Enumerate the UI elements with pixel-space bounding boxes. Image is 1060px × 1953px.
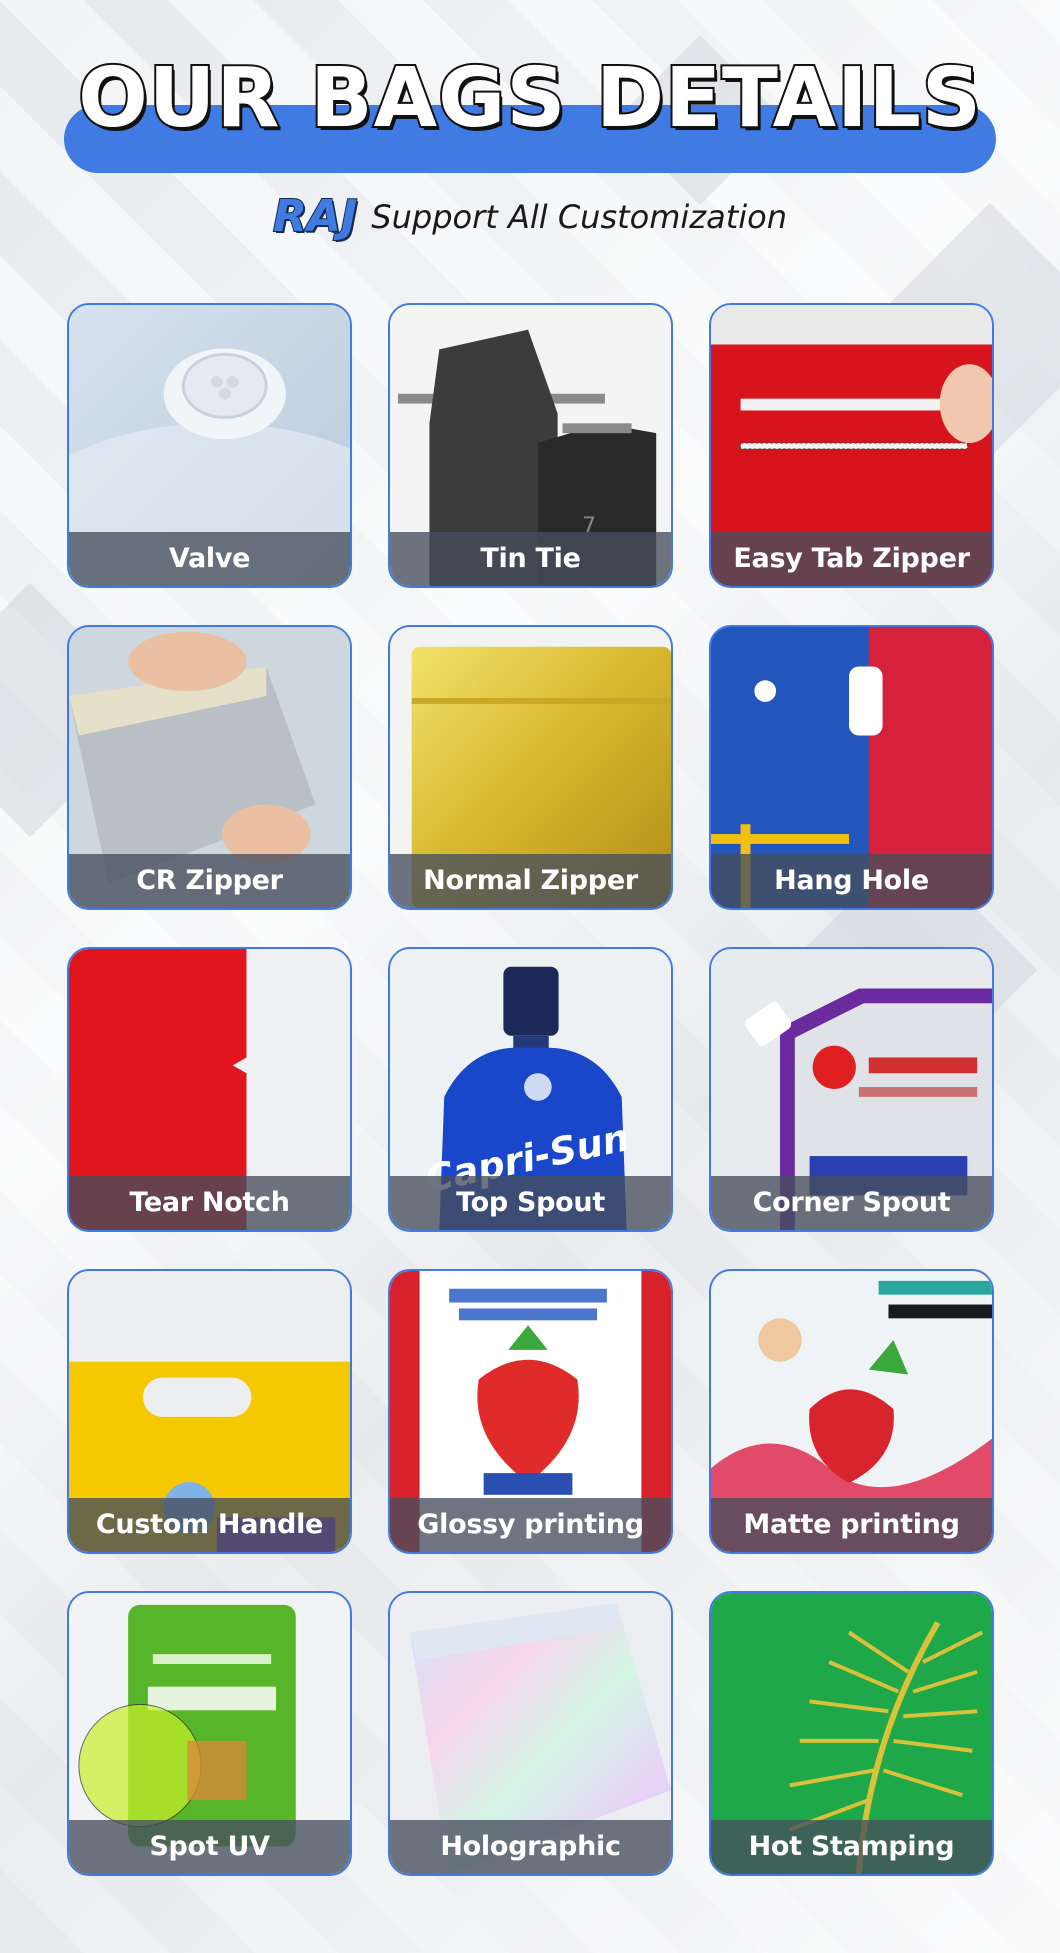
feature-label: Corner Spout <box>711 1176 992 1230</box>
feature-label: Normal Zipper <box>390 854 671 908</box>
feature-tile-tear-notch: Tear Notch <box>67 947 352 1232</box>
feature-tile-tin-tie: 7 Tin Tie <box>388 303 673 588</box>
feature-tile-custom-handle: Custom Handle <box>67 1269 352 1554</box>
feature-label: Tear Notch <box>69 1176 350 1230</box>
feature-label: Spot UV <box>69 1820 350 1874</box>
brand-logo-text: RAJ <box>272 190 358 242</box>
feature-tile-easy-tab-zipper: Easy Tab Zipper <box>709 303 994 588</box>
feature-label: Custom Handle <box>69 1498 350 1552</box>
feature-label: Matte printing <box>711 1498 992 1552</box>
feature-label: Hang Hole <box>711 854 992 908</box>
feature-tile-spot-uv: Spot UV <box>67 1591 352 1876</box>
feature-label: Tin Tie <box>390 532 671 586</box>
feature-tile-valve: Valve <box>67 303 352 588</box>
feature-label: Top Spout <box>390 1176 671 1230</box>
feature-tile-corner-spout: Corner Spout <box>709 947 994 1232</box>
feature-tile-cr-zipper: CR Zipper <box>67 625 352 910</box>
feature-label: Valve <box>69 532 350 586</box>
feature-label: Easy Tab Zipper <box>711 532 992 586</box>
feature-label: Glossy printing <box>390 1498 671 1552</box>
feature-tile-hang-hole: Hang Hole <box>709 625 994 910</box>
feature-tile-top-spout: Capri-Sun Top Spout <box>388 947 673 1232</box>
feature-tile-holographic: Holographic <box>388 1591 673 1876</box>
feature-label: Hot Stamping <box>711 1820 992 1874</box>
feature-grid: Valve 7 Tin Tie Easy Tab Zipper CR Zippe… <box>67 303 994 1876</box>
feature-tile-glossy-printing: Glossy printing <box>388 1269 673 1554</box>
page-title: OUR BAGS DETAILS <box>76 51 983 146</box>
feature-tile-hot-stamping: Hot Stamping <box>709 1591 994 1876</box>
feature-label: Holographic <box>390 1820 671 1874</box>
tagline: Support All Customization <box>371 197 787 236</box>
feature-tile-matte-printing: Matte printing <box>709 1269 994 1554</box>
feature-label: CR Zipper <box>69 854 350 908</box>
subtitle-line: RAJ Support All Customization <box>0 190 1060 242</box>
feature-tile-normal-zipper: Normal Zipper <box>388 625 673 910</box>
